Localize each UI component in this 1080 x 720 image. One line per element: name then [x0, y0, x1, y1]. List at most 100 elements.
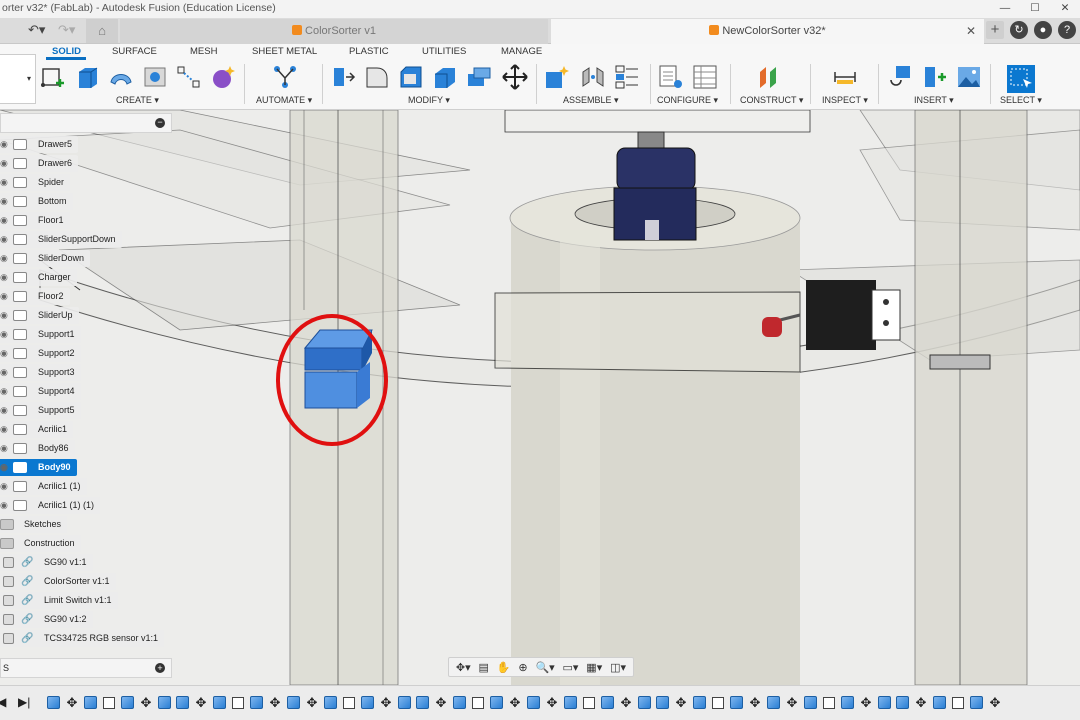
- visibility-eye-icon[interactable]: ◉: [0, 478, 10, 495]
- timeline-move-feature-icon[interactable]: ✥: [858, 695, 874, 711]
- timeline-body-feature-icon[interactable]: [490, 696, 503, 709]
- configure-group-label[interactable]: CONFIGURE ▾: [657, 95, 718, 106]
- pattern-icon[interactable]: [176, 64, 202, 90]
- revolve-icon[interactable]: [108, 64, 134, 90]
- browser-body-item[interactable]: ◉ SliderUp: [0, 307, 79, 324]
- browser-body-item[interactable]: ◉ SliderDown: [0, 250, 91, 267]
- create-group-label[interactable]: CREATE ▾: [116, 95, 159, 106]
- visibility-eye-icon[interactable]: ◉: [0, 326, 10, 343]
- timeline-body-feature-icon[interactable]: [47, 696, 60, 709]
- as-built-joint-icon[interactable]: [614, 64, 640, 90]
- browser-body-item[interactable]: ◉ Charger: [0, 269, 77, 286]
- visibility-eye-icon[interactable]: ◉: [0, 212, 10, 229]
- construct-group-label[interactable]: CONSTRUCT ▾: [740, 95, 803, 106]
- visibility-eye-icon[interactable]: ◉: [0, 364, 10, 381]
- timeline-body-feature-icon[interactable]: [601, 696, 614, 709]
- visibility-eye-icon[interactable]: ◉: [0, 497, 10, 514]
- visibility-eye-icon[interactable]: ◉: [0, 459, 10, 476]
- timeline-end-icon[interactable]: ▶|: [18, 695, 30, 709]
- select-group-label[interactable]: SELECT ▾: [1000, 95, 1042, 106]
- timeline-move-feature-icon[interactable]: ✥: [64, 695, 80, 711]
- tab-mesh[interactable]: MESH: [190, 46, 217, 57]
- visibility-eye-icon[interactable]: ◉: [0, 231, 10, 248]
- measure-icon[interactable]: [832, 64, 858, 90]
- browser-body-item[interactable]: ◉ Bottom: [0, 193, 73, 210]
- browser-body-item[interactable]: ◉ SliderSupportDown: [0, 231, 122, 248]
- visibility-eye-icon[interactable]: ◉: [0, 174, 10, 191]
- timeline-move-feature-icon[interactable]: ✥: [267, 695, 283, 711]
- select-icon[interactable]: [1006, 64, 1036, 94]
- browser-component-item[interactable]: 🔗 SG90 v1:1: [0, 554, 93, 571]
- new-component-icon[interactable]: [544, 64, 570, 90]
- tab-newcolorsorter[interactable]: NewColorSorter v32* ✕: [551, 19, 984, 44]
- timeline-body-feature-icon[interactable]: [804, 696, 817, 709]
- timeline-move-feature-icon[interactable]: ✥: [507, 695, 523, 711]
- timeline-body-feature-icon[interactable]: [453, 696, 466, 709]
- visibility-eye-icon[interactable]: ◉: [0, 307, 10, 324]
- timeline-body-feature-icon[interactable]: [878, 696, 891, 709]
- timeline-sketch-feature-icon[interactable]: [103, 697, 115, 709]
- timeline-body-feature-icon[interactable]: [121, 696, 134, 709]
- timeline-move-feature-icon[interactable]: ✥: [784, 695, 800, 711]
- timeline-body-feature-icon[interactable]: [361, 696, 374, 709]
- hole-icon[interactable]: [142, 64, 168, 90]
- notifications-icon[interactable]: ●: [1034, 21, 1052, 39]
- shell-icon[interactable]: [432, 64, 458, 90]
- visibility-eye-icon[interactable]: ◉: [0, 421, 10, 438]
- timeline-body-feature-icon[interactable]: [970, 696, 983, 709]
- visibility-eye-icon[interactable]: ◉: [0, 136, 10, 153]
- visibility-eye-icon[interactable]: ◉: [0, 288, 10, 305]
- visibility-eye-icon[interactable]: ◉: [0, 155, 10, 172]
- browser-body-item[interactable]: ◉ Drawer6: [0, 155, 79, 172]
- timeline-body-feature-icon[interactable]: [287, 696, 300, 709]
- timeline-body-feature-icon[interactable]: [324, 696, 337, 709]
- create-sketch-icon[interactable]: [40, 64, 66, 90]
- grid-settings-icon[interactable]: ▦▾: [586, 661, 602, 674]
- timeline-move-feature-icon[interactable]: ✥: [747, 695, 763, 711]
- add-comment-icon[interactable]: +: [155, 663, 165, 673]
- insert-mcmaster-icon[interactable]: [922, 64, 948, 90]
- timeline-sketch-feature-icon[interactable]: [472, 697, 484, 709]
- browser-component-item[interactable]: 🔗 Limit Switch v1:1: [0, 592, 118, 609]
- maximize-button[interactable]: ☐: [1020, 0, 1050, 18]
- browser-body-item[interactable]: ◉ Drawer5: [0, 136, 79, 153]
- timeline-body-feature-icon[interactable]: [638, 696, 651, 709]
- timeline-body-feature-icon[interactable]: [416, 696, 429, 709]
- timeline-move-feature-icon[interactable]: ✥: [378, 695, 394, 711]
- tab-utilities[interactable]: UTILITIES: [422, 46, 466, 57]
- viewports-icon[interactable]: ◫▾: [610, 661, 626, 674]
- timeline-body-feature-icon[interactable]: [933, 696, 946, 709]
- insert-canvas-icon[interactable]: [956, 64, 982, 90]
- tab-sheet-metal[interactable]: SHEET METAL: [252, 46, 317, 57]
- pan-icon[interactable]: ✋: [497, 661, 511, 674]
- browser-body-item[interactable]: ◉ Spider: [0, 174, 71, 191]
- timeline-sketch-feature-icon[interactable]: [823, 697, 835, 709]
- form-icon[interactable]: [210, 64, 236, 90]
- timeline-body-feature-icon[interactable]: [398, 696, 411, 709]
- fillet-icon[interactable]: [364, 64, 390, 90]
- comments-bar[interactable]: S +: [0, 658, 172, 678]
- tab-surface[interactable]: SURFACE: [112, 46, 157, 57]
- timeline-start-icon[interactable]: |◀: [0, 695, 6, 709]
- timeline-sketch-feature-icon[interactable]: [232, 697, 244, 709]
- timeline-sketch-feature-icon[interactable]: [712, 697, 724, 709]
- browser-body-item[interactable]: ◉ Support5: [0, 402, 81, 419]
- help-icon[interactable]: ?: [1058, 21, 1076, 39]
- collapse-icon[interactable]: −: [155, 118, 165, 128]
- timeline-move-feature-icon[interactable]: ✥: [138, 695, 154, 711]
- configure-icon[interactable]: [658, 64, 684, 90]
- timeline-body-feature-icon[interactable]: [767, 696, 780, 709]
- browser-component-item[interactable]: 🔗 SG90 v1:2: [0, 611, 93, 628]
- browser-body-item[interactable]: ◉ Floor1: [0, 212, 70, 229]
- timeline-move-feature-icon[interactable]: ✥: [673, 695, 689, 711]
- automate-group-label[interactable]: AUTOMATE ▾: [256, 95, 312, 106]
- browser-body-item[interactable]: ◉ Support1: [0, 326, 81, 343]
- browser-body-item[interactable]: ◉ Support4: [0, 383, 81, 400]
- visibility-eye-icon[interactable]: ◉: [0, 193, 10, 210]
- timeline-body-feature-icon[interactable]: [841, 696, 854, 709]
- fit-icon[interactable]: 🔍▾: [535, 661, 554, 674]
- visibility-eye-icon[interactable]: ◉: [0, 345, 10, 362]
- new-tab-button[interactable]: +: [986, 21, 1004, 39]
- display-settings-icon[interactable]: ▭▾: [563, 661, 579, 674]
- browser-body-item[interactable]: ◉ Support2: [0, 345, 81, 362]
